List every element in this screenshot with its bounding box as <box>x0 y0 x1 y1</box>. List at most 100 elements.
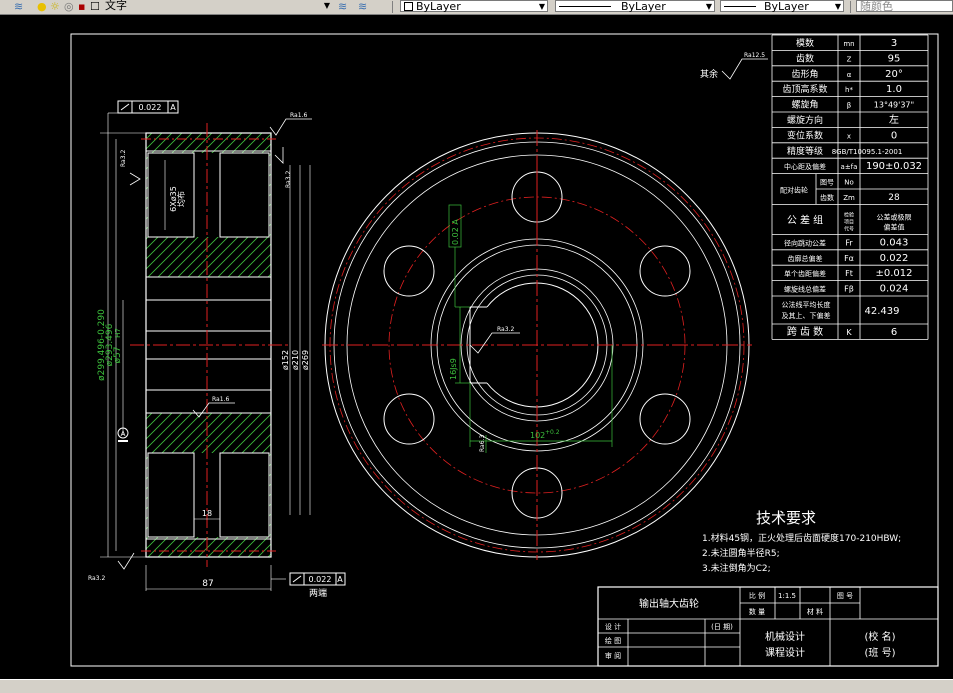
param-name: 模数 <box>796 37 814 49</box>
span-symbol: K <box>846 328 852 337</box>
plot-style-value: 随颜色 <box>860 0 893 13</box>
pair-drawing-no-label: 图号 <box>820 179 834 187</box>
tol-value-bottom: 0.022 <box>309 575 332 584</box>
dim-d152: ø152 <box>281 350 290 370</box>
tolerance-symbol: Fβ <box>844 285 854 294</box>
ra-right-hub: Ra3.2 <box>285 171 292 188</box>
tolerance-value: ±0.012 <box>875 268 912 279</box>
drawing-no-label: 图 号 <box>837 592 853 600</box>
dim-d269: ø269 <box>301 350 310 370</box>
param-value: 13°49'37" <box>874 101 914 110</box>
param-value: 左 <box>889 113 899 126</box>
lightbulb-icon[interactable]: ● <box>37 0 47 13</box>
tolerance-name: 螺旋线总偏差 <box>784 285 826 294</box>
date-label: (日 期) <box>711 623 733 631</box>
dim-keyway-depth-tol: +0.2 <box>545 429 560 436</box>
wkn-value: 42.439 <box>865 306 900 317</box>
front-view <box>322 130 752 560</box>
dim-width: 87 <box>202 579 213 589</box>
tolerance-col-check: 检验 <box>844 211 854 218</box>
technical-requirements: 技术要求 1.材料45钢，正火处理后齿面硬度170-210HBW; 2.未注圆角… <box>702 509 901 574</box>
color-swatch-icon <box>404 2 413 11</box>
dim-bore-tolerance: H7 <box>114 328 122 338</box>
param-name: 变位系数 <box>787 129 823 141</box>
layers-icon[interactable]: ≋ <box>14 0 23 13</box>
roughness-center: Ra3.2 <box>469 326 520 354</box>
roughness-symbol <box>129 172 141 186</box>
param-name: 齿数 <box>796 52 814 64</box>
tolerance-name: 单个齿距偏差 <box>784 269 826 278</box>
param-symbol: mn <box>843 40 854 48</box>
param-name: 齿顶高系数 <box>782 83 827 95</box>
param-symbol: x <box>847 132 851 140</box>
layer-square-icon[interactable]: ☐ <box>90 0 100 13</box>
svg-text:A: A <box>121 430 126 438</box>
svg-text:Ra3.2: Ra3.2 <box>497 326 514 333</box>
layer-state-icon[interactable]: ≋ <box>358 0 367 13</box>
parameter-table: 模数 mn 3 齿数 Z 95 齿形角 α 20° 齿顶高系数 h* 1.0 螺旋角 β 13°49'37"… <box>771 34 929 340</box>
datum-a-symbol: A <box>117 427 129 442</box>
lock-icon[interactable]: ◎ <box>64 0 74 13</box>
pair-teeth-symbol: Zm <box>843 194 855 202</box>
lineweight-control[interactable]: ByLayer ▼ <box>720 0 844 13</box>
param-value: 0 <box>891 130 897 141</box>
tolerance-frame-bottom: 0.022 A <box>271 572 346 586</box>
lineweight-sample <box>724 6 756 7</box>
param-name: 中心距及偏差 <box>784 162 826 171</box>
lineweight-value: ByLayer <box>764 0 809 13</box>
ra-rest: Ra12.5 <box>744 52 765 59</box>
param-symbol: Z <box>847 55 852 63</box>
hole-cut-bottom-right <box>219 452 270 538</box>
param-symbol: a±fa <box>841 163 858 171</box>
hatch-bottom-rim <box>146 539 271 557</box>
layer-color-icon[interactable]: ▪ <box>78 0 85 13</box>
requirement-item: 2.未注圆角半径R5; <box>702 547 780 559</box>
tolerance-value: 0.024 <box>880 284 909 295</box>
tolerance-value: 0.022 <box>880 253 909 264</box>
param-symbol: β <box>847 102 851 110</box>
span-name: 跨 齿 数 <box>787 325 823 338</box>
param-symbol: α <box>847 71 852 79</box>
properties-toolbar: ≋ ● ☼ ◎ ▪ ☐ 文字 ▼ ≋ ≋ ByLayer ▼ ByLayer ▼… <box>0 0 953 15</box>
class-number: (班 号) <box>865 647 896 659</box>
roughness-symbol <box>117 552 135 570</box>
pair-label: 配对齿轮 <box>780 186 808 195</box>
chevron-down-icon: ▼ <box>705 2 712 11</box>
course-line1: 机械设计 <box>765 630 805 643</box>
scale-label: 比 例 <box>749 591 765 600</box>
ra-keyway: Ra6.3 <box>479 435 486 452</box>
ra-top-right: Ra1.6 <box>290 112 307 119</box>
pair-teeth-value: 28 <box>888 193 900 203</box>
course-line2: 课程设计 <box>765 646 805 659</box>
surface-note: 其余 <box>700 68 718 80</box>
roughness-symbol <box>721 58 768 80</box>
layer-previous-icon[interactable]: ≋ <box>338 0 347 13</box>
layer-combo[interactable]: 文字 ▼ <box>102 0 332 12</box>
linetype-control[interactable]: ByLayer ▼ <box>555 0 715 13</box>
part-name: 输出轴大齿轮 <box>639 597 699 610</box>
tolerance-col-value: 偏差值 <box>884 222 905 231</box>
param-value: 1.0 <box>886 84 902 95</box>
review-label: 审 阅 <box>605 651 621 660</box>
param-symbol: h* <box>845 86 853 94</box>
sun-icon[interactable]: ☼ <box>50 0 60 13</box>
dim-web: 18 <box>202 509 212 518</box>
ra-mid: Ra1.6 <box>212 396 229 403</box>
drawing-canvas[interactable]: ø299.496-0.290 ø293.496 ø57 H7 ø152 ø210… <box>0 15 953 679</box>
color-control[interactable]: ByLayer ▼ <box>400 0 548 13</box>
dim-bore: ø57 <box>113 347 123 364</box>
hole-cut-bottom-left <box>147 452 195 538</box>
param-name: 齿形角 <box>791 68 818 80</box>
layer-combo-value: 文字 <box>105 0 127 12</box>
wkn-label: 公法线平均长度 <box>782 300 831 309</box>
param-value: 8GB/T10095.1-2001 <box>832 148 903 156</box>
plot-style-control[interactable]: 随颜色 <box>856 0 953 13</box>
roughness-symbol <box>274 147 284 164</box>
span-value: 6 <box>891 327 897 338</box>
param-value: 95 <box>888 53 901 64</box>
ra-bottom: Ra3.2 <box>88 575 105 582</box>
tolerance-col-check: 代号 <box>844 225 854 232</box>
param-value: 190±0.032 <box>866 161 922 172</box>
section-view <box>130 123 290 567</box>
status-bar <box>0 679 953 693</box>
